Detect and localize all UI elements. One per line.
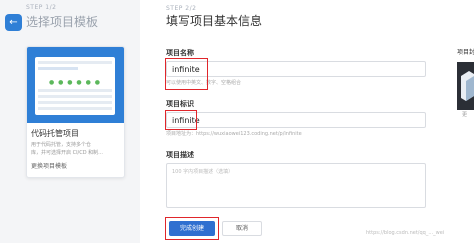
template-card-title: 代码托管项目 (31, 129, 79, 138)
project-cover-label: 项目封 (457, 49, 474, 56)
project-identifier-input[interactable]: infinite (166, 112, 426, 128)
template-card[interactable]: ● ● ● ● ● ● 代码托管项目 用于代码托管，支持多个仓 库，并可选择开启… (26, 46, 125, 178)
form-title: 填写项目基本信息 (166, 14, 263, 28)
change-template-link[interactable]: 更换项目模板 (31, 161, 67, 170)
template-card-desc: 用于代码托管，支持多个仓 (31, 142, 92, 148)
back-button[interactable]: ← (5, 14, 22, 31)
preview-window: ● ● ● ● ● ● (35, 57, 115, 115)
project-identifier-label: 项目标识 (166, 100, 194, 108)
change-cover-link[interactable]: 更 (462, 111, 467, 118)
project-description-label: 项目描述 (166, 151, 194, 159)
highlight-box (165, 110, 197, 130)
watermark: https://blog.csdn.net/qq_..._wei (366, 230, 445, 236)
left-panel: ← STEP 1/2 选择项目模板 ● ● ● ● ● ● 代码托管项目 用于代… (0, 0, 140, 243)
cube-icon (461, 71, 474, 101)
project-cover-image[interactable] (457, 62, 474, 110)
template-preview-image: ● ● ● ● ● ● (27, 47, 124, 123)
highlight-box (165, 58, 208, 90)
step2-label: STEP 2/2 (166, 5, 197, 12)
arrow-left-icon: ← (9, 17, 18, 28)
step1-title: 选择项目模板 (26, 15, 99, 29)
project-name-label: 项目名称 (166, 49, 194, 57)
project-identifier-hint: 项目地址为：https://wuxiaowei123.coding.net/p/… (166, 131, 302, 137)
step1-label: STEP 1/2 (26, 4, 57, 11)
template-card-desc: 库，并可选择开启 CI/CD 和制... (31, 150, 103, 156)
highlight-box (165, 217, 219, 240)
project-description-textarea[interactable]: 100 字内项目描述（选填） (166, 163, 426, 208)
cancel-button[interactable]: 取消 (222, 221, 262, 236)
